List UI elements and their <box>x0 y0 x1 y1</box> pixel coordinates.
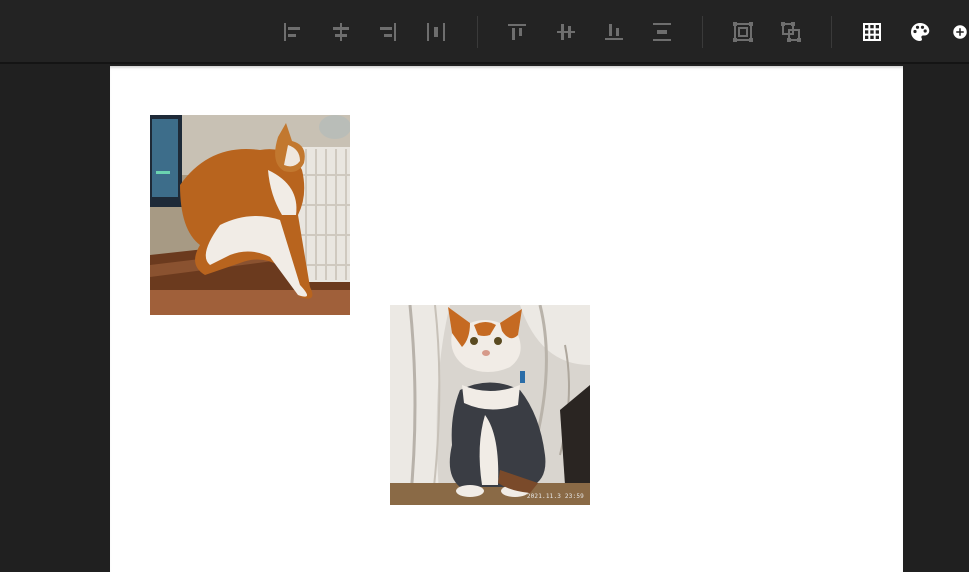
distribute-vertical-icon[interactable] <box>647 17 677 47</box>
align-top-icon[interactable] <box>502 17 532 47</box>
add-circle-icon[interactable] <box>951 17 969 47</box>
align-middle-vertical-icon[interactable] <box>551 17 581 47</box>
grid-icon[interactable] <box>857 17 887 47</box>
toolbar-separator <box>702 16 703 48</box>
align-bottom-icon[interactable] <box>599 17 629 47</box>
editor-toolbar <box>0 0 969 64</box>
align-left-icon[interactable] <box>277 17 307 47</box>
align-center-horizontal-icon[interactable] <box>326 17 356 47</box>
toolbar-separator <box>831 16 832 48</box>
palette-icon[interactable] <box>905 17 935 47</box>
distribute-horizontal-icon[interactable] <box>421 17 451 47</box>
cat-in-harness-photo[interactable]: 2021.11.3 23:59 <box>390 305 590 505</box>
photo-timestamp: 2021.11.3 23:59 <box>526 493 584 500</box>
toolbar-separator <box>477 16 478 48</box>
cat-on-desk-photo[interactable] <box>150 115 350 315</box>
align-right-icon[interactable] <box>373 17 403 47</box>
group-icon[interactable] <box>728 17 758 47</box>
ungroup-icon[interactable] <box>776 17 806 47</box>
design-page[interactable]: 2021.11.3 23:59 <box>110 66 903 572</box>
